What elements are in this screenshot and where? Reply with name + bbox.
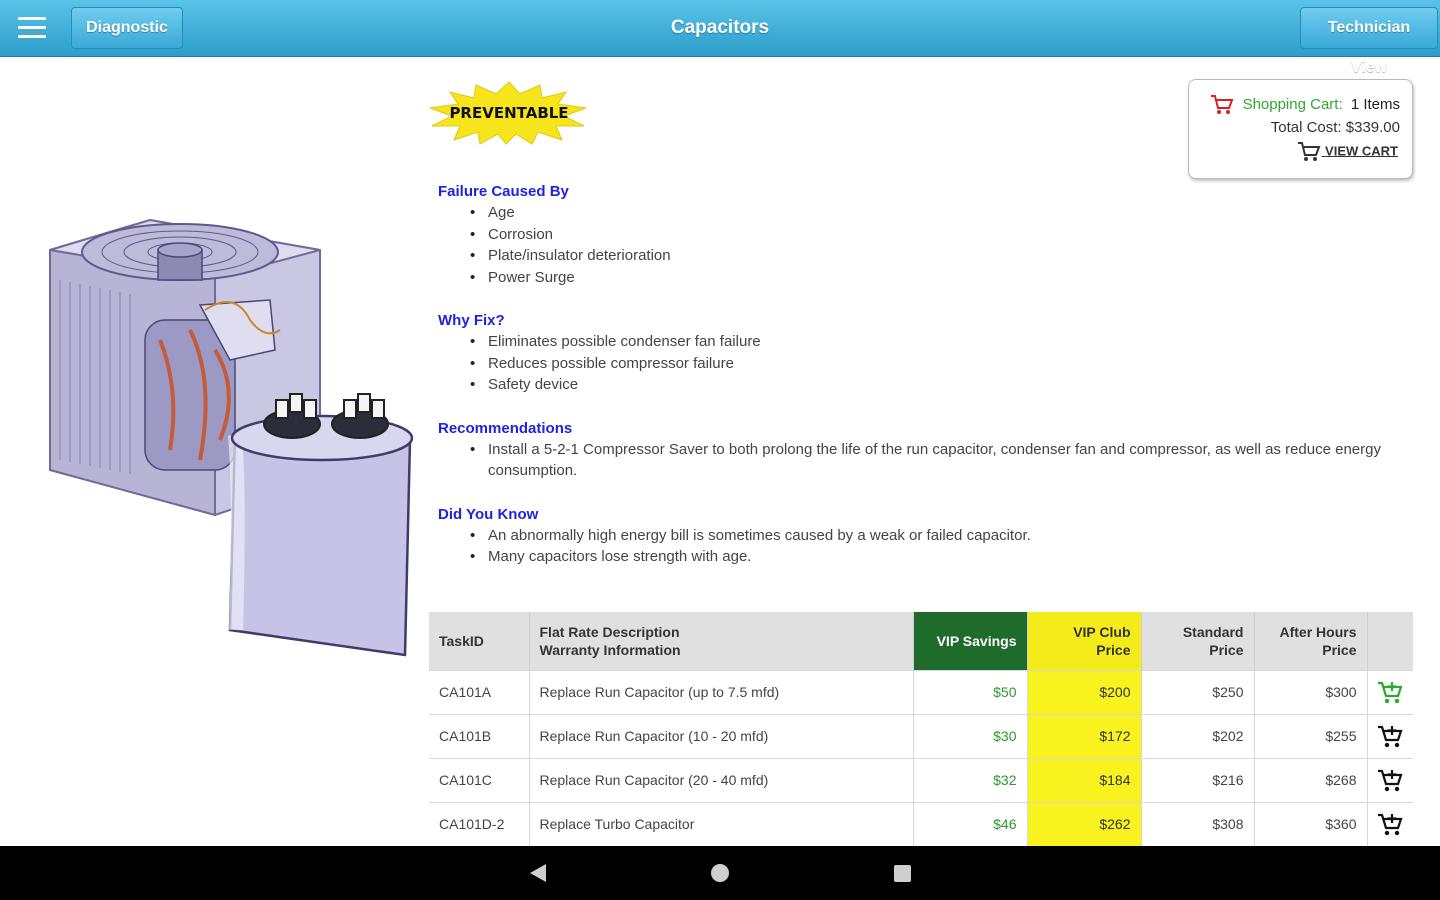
cart-cell [1367, 713, 1413, 758]
table-row: CA101C Replace Run Capacitor (20 - 40 mf… [429, 757, 1413, 802]
cart-icon [1298, 142, 1321, 161]
system-nav-bar [0, 846, 1440, 900]
vip-savings-cell: $30 [913, 713, 1028, 758]
list-item: Install a 5-2-1 Compressor Saver to both… [468, 439, 1398, 482]
header-vip-club-price: VIP Club Price [1027, 612, 1142, 670]
pricing-table: TaskID Flat Rate Description Warranty In… [429, 612, 1413, 846]
add-to-cart-icon[interactable] [1376, 811, 1404, 837]
shopping-cart-summary: Shopping Cart: 1 Items Total Cost: $339.… [1188, 79, 1413, 179]
vip-club-price-cell: $200 [1027, 669, 1142, 714]
added-to-cart-icon[interactable] [1376, 679, 1404, 705]
header-standard-price: Standard Price [1141, 612, 1255, 670]
vip-club-price-cell: $262 [1027, 801, 1142, 846]
recent-apps-square-icon[interactable] [894, 865, 911, 882]
section-failure-caused-by: Failure Caused By Age Corrosion Plate/in… [438, 182, 1398, 288]
add-to-cart-icon[interactable] [1376, 723, 1404, 749]
header-after-line1: After Hours [1279, 623, 1357, 640]
header-description: Flat Rate Description Warranty Informati… [529, 612, 914, 670]
standard-price-cell: $250 [1141, 669, 1255, 714]
add-to-cart-icon[interactable] [1376, 767, 1404, 793]
list-item: Age [468, 202, 1398, 224]
task-id-cell: CA101D-2 [429, 801, 530, 846]
task-id-cell: CA101B [429, 713, 530, 758]
list-item: An abnormally high energy bill is someti… [468, 525, 1398, 547]
header-after-line2: Price [1322, 641, 1357, 658]
standard-price-cell: $308 [1141, 801, 1255, 846]
section-heading: Why Fix? [438, 312, 505, 329]
header-desc-line1: Flat Rate Description [539, 623, 680, 640]
description-cell: Replace Run Capacitor (20 - 40 mfd) [529, 757, 914, 802]
description-cell: Replace Run Capacitor (10 - 20 mfd) [529, 713, 914, 758]
header-after-hours-price: After Hours Price [1254, 612, 1368, 670]
header-vip-club-line1: VIP Club [1073, 623, 1131, 640]
after-hours-price-cell: $255 [1254, 713, 1368, 758]
vip-savings-cell: $50 [913, 669, 1028, 714]
list-item: Eliminates possible condenser fan failur… [468, 331, 1398, 353]
section-heading: Did You Know [438, 505, 539, 523]
preventable-badge: PREVENTABLE [429, 81, 587, 145]
table-row: CA101D-2 Replace Turbo Capacitor $46 $26… [429, 801, 1413, 846]
header-vip-savings: VIP Savings [913, 612, 1028, 670]
cart-cell [1367, 801, 1413, 846]
top-bar: Diagnostic Capacitors Technician View [0, 0, 1440, 76]
standard-price-cell: $216 [1141, 757, 1255, 802]
after-hours-price-cell: $360 [1254, 801, 1368, 846]
list-item: Power Surge [468, 267, 1398, 289]
header-desc-line2: Warranty Information [539, 641, 681, 658]
page-title: Capacitors [670, 17, 770, 38]
header-task-id: TaskID [429, 612, 530, 670]
cart-cell [1367, 757, 1413, 802]
table-row: CA101A Replace Run Capacitor (up to 7.5 … [429, 669, 1413, 714]
header-standard-line1: Standard [1182, 623, 1244, 640]
table-header-row: TaskID Flat Rate Description Warranty In… [429, 612, 1413, 670]
header-standard-line2: Price [1209, 641, 1244, 658]
list-item: Reduces possible compressor failure [468, 353, 1398, 375]
section-did-you-know: Did You Know An abnormally high energy b… [438, 505, 1398, 568]
standard-price-cell: $202 [1141, 713, 1255, 758]
vip-club-price-cell: $172 [1027, 713, 1142, 758]
home-circle-icon[interactable] [711, 864, 729, 882]
back-triangle-icon[interactable] [528, 863, 548, 883]
ac-unit-capacitor-illustration [49, 218, 414, 657]
task-id-cell: CA101A [429, 669, 530, 714]
shopping-cart-icon [1211, 95, 1234, 114]
header-cart [1367, 612, 1413, 670]
cart-count-line: Shopping Cart: 1 Items [1210, 94, 1400, 116]
vip-club-price-cell: $184 [1027, 757, 1142, 802]
list-item: Safety device [468, 374, 1398, 396]
view-cart-link[interactable]: VIEW CART [1297, 141, 1398, 163]
task-id-cell: CA101C [429, 757, 530, 802]
description-cell: Replace Turbo Capacitor [529, 801, 914, 846]
table-row: CA101B Replace Run Capacitor (10 - 20 mf… [429, 713, 1413, 758]
cart-label: Shopping Cart: [1242, 95, 1343, 113]
badge-text: PREVENTABLE [449, 104, 568, 122]
section-why-fix: Why Fix? Eliminates possible condenser f… [438, 311, 1398, 396]
list-item: Many capacitors lose strength with age. [468, 546, 1398, 568]
vip-savings-cell: $32 [913, 757, 1028, 802]
after-hours-price-cell: $300 [1254, 669, 1368, 714]
section-heading: Recommendations [438, 419, 573, 437]
section-recommendations: Recommendations Install a 5-2-1 Compress… [438, 419, 1398, 482]
after-hours-price-cell: $268 [1254, 757, 1368, 802]
section-heading: Failure Caused By [438, 183, 569, 200]
info-sections: Failure Caused By Age Corrosion Plate/in… [438, 182, 1398, 591]
cart-total-cost: Total Cost: $339.00 [1270, 119, 1400, 136]
cart-cell [1367, 669, 1413, 714]
technician-view-button[interactable]: Technician View [1300, 7, 1438, 76]
view-cart-label: VIEW CART [1325, 143, 1398, 159]
description-cell: Replace Run Capacitor (up to 7.5 mfd) [529, 669, 914, 714]
vip-savings-cell: $46 [913, 801, 1028, 846]
header-vip-club-line2: Price [1096, 641, 1131, 658]
list-item: Corrosion [468, 224, 1398, 246]
cart-item-count: 1 Items [1350, 95, 1400, 113]
list-item: Plate/insulator deterioration [468, 245, 1398, 267]
